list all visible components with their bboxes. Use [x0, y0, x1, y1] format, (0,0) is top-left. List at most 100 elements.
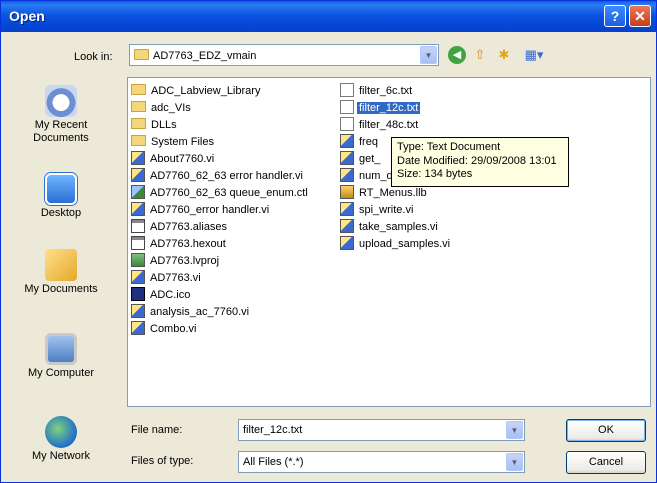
- file-item-label: analysis_ac_7760.vi: [150, 306, 250, 318]
- file-item[interactable]: AD7760_62_63 error handler.vi: [131, 168, 310, 185]
- folder-icon: [134, 49, 149, 60]
- my-computer-icon: [45, 333, 77, 365]
- cancel-button[interactable]: Cancel: [566, 451, 646, 474]
- file-name-field[interactable]: filter_12c.txt ▼: [238, 419, 525, 441]
- file-item-label: RT_Menus.llb: [359, 187, 427, 199]
- file-item-label: AD7763.vi: [150, 272, 201, 284]
- file-item-label: filter_6c.txt: [359, 85, 413, 97]
- file-type-dropdown[interactable]: All Files (*.*) ▼: [238, 451, 525, 473]
- vi-file-icon: [340, 134, 354, 148]
- folder-icon: [131, 118, 146, 129]
- txt-file-icon: [340, 100, 354, 114]
- file-item[interactable]: ADC_Labview_Library: [131, 83, 310, 100]
- places-bar: My Recent Documents Desktop My Documents…: [6, 77, 120, 473]
- file-name-value: filter_12c.txt: [243, 424, 303, 436]
- vi-file-icon: [340, 236, 354, 250]
- generic-file-icon: [131, 219, 145, 233]
- generic-file-icon: [131, 236, 145, 250]
- chevron-down-icon[interactable]: ▼: [506, 453, 523, 471]
- chevron-down-icon[interactable]: ▼: [420, 46, 437, 64]
- file-column-1: ADC_Labview_Library adc_VIs DLLs System Fil…: [131, 83, 310, 338]
- file-item[interactable]: DLLs: [131, 117, 310, 134]
- file-item[interactable]: spi_write.vi: [340, 202, 452, 219]
- open-dialog: Open ? ✕ Look in: AD7763_EDZ_vmain ▼ ◀ ⇧…: [0, 0, 657, 483]
- file-info-tooltip: Type: Text Document Date Modified: 29/09…: [391, 137, 569, 187]
- file-item[interactable]: upload_samples.vi: [340, 236, 452, 253]
- place-my-documents[interactable]: My Documents: [6, 249, 116, 296]
- file-item-label: get_: [359, 153, 381, 165]
- file-item-label: spi_write.vi: [359, 204, 414, 216]
- file-item[interactable]: AD7763.lvproj: [131, 253, 310, 270]
- place-desktop[interactable]: Desktop: [6, 173, 116, 220]
- vi-file-icon: [340, 202, 354, 216]
- file-item-label: AD7763.lvproj: [150, 255, 220, 267]
- file-item[interactable]: System Files: [131, 134, 310, 151]
- vi-file-icon: [131, 168, 145, 182]
- file-item[interactable]: filter_6c.txt: [340, 83, 452, 100]
- my-network-icon: [45, 416, 77, 448]
- place-my-network[interactable]: My Network: [6, 416, 116, 463]
- file-item[interactable]: RT_Menus.llb: [340, 185, 452, 202]
- folder-icon: [131, 101, 146, 112]
- vi-file-icon: [131, 270, 145, 284]
- my-documents-icon: [45, 249, 77, 281]
- file-item[interactable]: take_samples.vi: [340, 219, 452, 236]
- file-item[interactable]: ADC.ico: [131, 287, 310, 304]
- look-in-dropdown[interactable]: AD7763_EDZ_vmain ▼: [129, 44, 439, 66]
- up-folder-icon[interactable]: ⇧: [471, 46, 489, 64]
- file-item-label: take_samples.vi: [359, 221, 438, 233]
- file-name-label: File name:: [131, 424, 183, 436]
- file-item[interactable]: AD7760_62_63 queue_enum.ctl: [131, 185, 310, 202]
- vi-file-icon: [131, 304, 145, 318]
- views-menu-icon[interactable]: ▦▾: [522, 46, 546, 64]
- file-item-label: freq: [359, 136, 378, 148]
- chevron-down-icon[interactable]: ▼: [506, 421, 523, 439]
- look-in-value: AD7763_EDZ_vmain: [153, 50, 257, 62]
- vi-file-icon: [340, 151, 354, 165]
- file-item[interactable]: About7760.vi: [131, 151, 310, 168]
- vi-file-icon: [340, 168, 354, 182]
- place-my-recent-documents[interactable]: My Recent Documents: [6, 85, 116, 145]
- close-button[interactable]: ✕: [629, 5, 651, 27]
- ok-button[interactable]: OK: [566, 419, 646, 442]
- file-item-label: AD7760_62_63 error handler.vi: [150, 170, 303, 182]
- file-item[interactable]: analysis_ac_7760.vi: [131, 304, 310, 321]
- folder-icon: [131, 135, 146, 146]
- file-item-label: filter_12c.txt: [357, 102, 421, 114]
- vi-file-icon: [131, 321, 145, 335]
- file-item-label: ADC.ico: [150, 289, 191, 301]
- file-item-label: Combo.vi: [150, 323, 197, 335]
- new-folder-icon[interactable]: ✱: [495, 46, 513, 64]
- file-item-label: adc_VIs: [151, 102, 191, 114]
- txt-file-icon: [340, 83, 354, 97]
- file-type-label: Files of type:: [131, 455, 194, 467]
- look-in-label: Look in:: [74, 51, 113, 63]
- file-item[interactable]: AD7763.hexout: [131, 236, 310, 253]
- file-item[interactable]: filter_48c.txt: [340, 117, 452, 134]
- file-item-label: upload_samples.vi: [359, 238, 451, 250]
- file-item-label: AD7763.hexout: [150, 238, 226, 250]
- file-item[interactable]: AD7763.aliases: [131, 219, 310, 236]
- desktop-icon: [45, 173, 77, 205]
- file-item[interactable]: AD7763.vi: [131, 270, 310, 287]
- back-icon[interactable]: ◀: [448, 46, 466, 64]
- title-bar[interactable]: Open ? ✕: [1, 1, 656, 32]
- window-title: Open: [9, 8, 45, 24]
- file-item-label: filter_48c.txt: [359, 119, 419, 131]
- file-item[interactable]: adc_VIs: [131, 100, 310, 117]
- file-item[interactable]: filter_12c.txt: [340, 100, 452, 117]
- place-my-computer[interactable]: My Computer: [6, 333, 116, 380]
- help-button[interactable]: ?: [604, 5, 626, 27]
- file-list[interactable]: ADC_Labview_Library adc_VIs DLLs System Fil…: [127, 77, 651, 407]
- file-item-label: AD7760_error handler.vi: [150, 204, 270, 216]
- txt-file-icon: [340, 117, 354, 131]
- file-item[interactable]: Combo.vi: [131, 321, 310, 338]
- file-item-label: DLLs: [151, 119, 177, 131]
- folder-icon: [131, 84, 146, 95]
- file-item-label: ADC_Labview_Library: [151, 85, 261, 97]
- vi-file-icon: [131, 202, 145, 216]
- file-item-label: About7760.vi: [150, 153, 215, 165]
- file-item[interactable]: AD7760_error handler.vi: [131, 202, 310, 219]
- tooltip-type: Type: Text Document: [397, 141, 501, 153]
- tooltip-size: Size: 134 bytes: [397, 168, 473, 180]
